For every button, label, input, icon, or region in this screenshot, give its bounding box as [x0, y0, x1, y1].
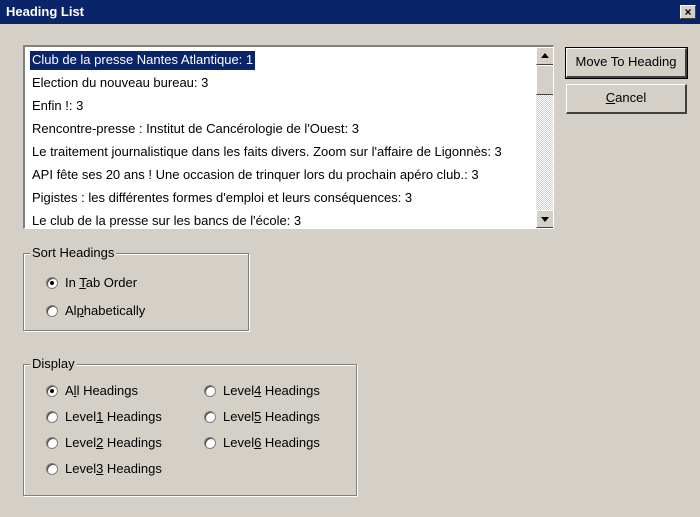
window-title: Heading List — [6, 4, 85, 19]
list-item[interactable]: Pigistes : les différentes formes d'empl… — [30, 189, 504, 208]
list-item[interactable]: Election du nouveau bureau: 3 — [30, 74, 504, 93]
heading-list: Club de la presse Nantes Atlantique: 1 E… — [28, 50, 504, 228]
scroll-up-button[interactable] — [536, 47, 553, 65]
list-item[interactable]: Club de la presse Nantes Atlantique: 1 — [28, 50, 257, 71]
radio-label: Level2 Headings — [65, 435, 162, 450]
heading-listbox[interactable]: Club de la presse Nantes Atlantique: 1 E… — [23, 45, 554, 229]
radio-dot[interactable] — [204, 437, 216, 449]
radio-dot[interactable] — [46, 385, 58, 397]
scroll-thumb[interactable] — [536, 65, 553, 95]
radio-label: In Tab Order — [65, 275, 138, 290]
list-item[interactable]: Le club de la presse sur les bancs de l'… — [30, 212, 504, 228]
cancel-accel-key: C — [605, 90, 616, 105]
list-item[interactable]: Enfin !: 3 — [30, 97, 504, 116]
radio-dot[interactable] — [46, 277, 58, 289]
sort-headings-group: Sort Headings In Tab Order Alphabeticall… — [23, 245, 249, 331]
radio-label: Level3 Headings — [65, 461, 162, 476]
move-to-heading-button[interactable]: Move To Heading — [565, 47, 688, 79]
cancel-label-post: ancel — [615, 90, 647, 105]
radio-dot[interactable] — [46, 463, 58, 475]
scroll-down-button[interactable] — [536, 210, 553, 228]
radio-label: Alphabetically — [65, 303, 146, 318]
arrow-up-icon — [541, 53, 549, 58]
radio-dot[interactable] — [46, 437, 58, 449]
arrow-down-icon — [541, 217, 549, 222]
list-item[interactable]: API fête ses 20 ans ! Une occasion de tr… — [30, 166, 504, 185]
title-bar: Heading List × — [0, 0, 700, 24]
radio-dot[interactable] — [46, 411, 58, 423]
display-legend: Display — [30, 356, 77, 371]
list-item[interactable]: Le traitement journalistique dans les fa… — [30, 143, 504, 162]
sort-headings-legend: Sort Headings — [30, 245, 117, 260]
radio-dot[interactable] — [46, 305, 58, 317]
radio-label: Level4 Headings — [223, 383, 320, 398]
radio-dot[interactable] — [204, 411, 216, 423]
radio-dot[interactable] — [204, 385, 216, 397]
list-item[interactable]: Rencontre-presse : Institut de Cancérolo… — [30, 120, 504, 139]
radio-label: Level5 Headings — [223, 409, 320, 424]
vertical-scrollbar[interactable] — [536, 47, 553, 228]
cancel-button[interactable]: Cancel — [566, 84, 687, 114]
radio-label: Level1 Headings — [65, 409, 162, 424]
display-group: Display All Headings Level1 Headings Lev… — [23, 356, 357, 496]
close-icon[interactable]: × — [680, 5, 696, 19]
radio-label: All Headings — [65, 383, 138, 398]
radio-label: Level6 Headings — [223, 435, 320, 450]
